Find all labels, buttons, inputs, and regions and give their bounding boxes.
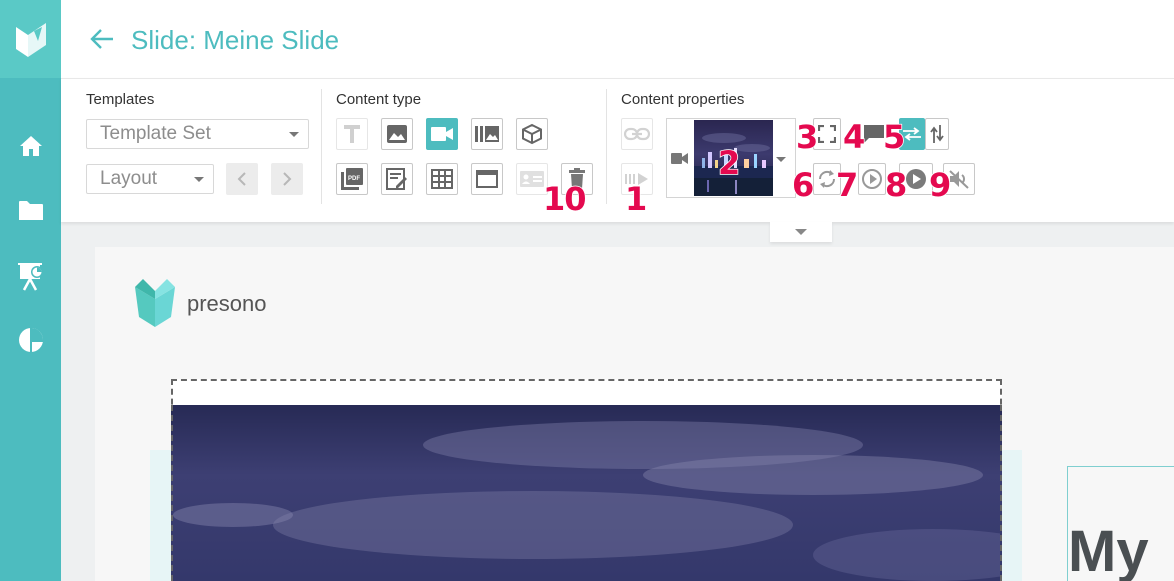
slide-canvas: presono My	[95, 247, 1174, 581]
image-icon	[387, 125, 407, 143]
back-arrow-icon[interactable]	[89, 26, 115, 52]
brand-name: presono	[187, 291, 267, 316]
chevron-down-icon	[289, 132, 299, 137]
pdf-type-button[interactable]: PDF	[336, 163, 368, 195]
sidebar-item-statistics[interactable]	[0, 320, 61, 360]
text-icon	[344, 125, 360, 143]
video-camera-icon	[431, 127, 453, 141]
next-layout-button[interactable]	[271, 163, 303, 195]
page-header: Slide: Meine Slide	[61, 0, 1174, 78]
chevron-down-icon	[776, 157, 786, 162]
presono-logo-icon	[15, 23, 46, 57]
annotation-label: 1	[624, 180, 648, 218]
slide-heading: My	[1068, 519, 1149, 581]
browser-window-icon	[476, 170, 498, 188]
link-icon	[624, 127, 650, 141]
fullscreen-icon	[818, 125, 836, 143]
link-button[interactable]	[621, 118, 653, 150]
volume-off-icon	[949, 170, 969, 189]
annotation-label: 10	[542, 180, 587, 218]
editor-toolbar: Templates Template Set Layout Content ty…	[61, 78, 1174, 222]
app-logo[interactable]	[0, 0, 61, 78]
autoplay-button[interactable]	[858, 163, 886, 195]
form-edit-icon	[386, 168, 407, 190]
svg-text:PDF: PDF	[348, 176, 360, 182]
gallery-type-button[interactable]	[471, 118, 503, 150]
image-type-button[interactable]	[381, 118, 413, 150]
web-frame-type-button[interactable]	[471, 163, 503, 195]
chevron-down-icon	[194, 177, 204, 182]
templates-label: Templates	[86, 91, 155, 108]
form-type-button[interactable]	[381, 163, 413, 195]
folder-icon	[18, 200, 43, 220]
video-type-button[interactable]	[426, 118, 458, 150]
template-set-select[interactable]: Template Set	[86, 119, 309, 149]
chevron-left-icon	[237, 172, 246, 186]
gallery-icon	[475, 126, 499, 142]
content-properties-label: Content properties	[621, 91, 745, 108]
table-icon	[431, 169, 453, 189]
sidebar-item-folders[interactable]	[0, 190, 61, 230]
loop-icon	[818, 170, 836, 188]
arrows-vertical-icon	[930, 125, 944, 143]
annotation-label: 4	[842, 118, 866, 156]
contact-card-icon	[520, 171, 544, 187]
annotation-label: 8	[884, 166, 908, 204]
text-type-button[interactable]	[336, 118, 368, 150]
text-content-box[interactable]: My	[1067, 466, 1174, 581]
presentation-icon	[17, 263, 43, 291]
chevron-down-icon	[795, 229, 807, 235]
toolbar-expand-toggle[interactable]	[770, 222, 832, 242]
layout-value: Layout	[100, 168, 158, 189]
annotation-label: 9	[928, 166, 952, 204]
annotation-label: 7	[835, 166, 859, 204]
comment-icon	[864, 125, 884, 143]
sidebar-item-presentations[interactable]	[0, 256, 61, 296]
video-camera-icon	[671, 153, 688, 164]
home-icon	[19, 136, 42, 156]
table-type-button[interactable]	[426, 163, 458, 195]
annotation-label: 3	[795, 118, 819, 156]
annotation-label: 6	[791, 166, 815, 204]
play-circle-outline-icon	[862, 169, 882, 189]
divider	[606, 89, 607, 204]
previous-layout-button[interactable]	[226, 163, 258, 195]
layout-select[interactable]: Layout	[86, 164, 214, 194]
chevron-right-icon	[283, 172, 292, 186]
annotation-label: 5	[882, 118, 906, 156]
divider	[321, 89, 322, 204]
content-type-label: Content type	[336, 91, 422, 108]
annotation-label: 2	[717, 144, 741, 182]
fit-height-button[interactable]	[925, 118, 949, 150]
sidebar	[0, 0, 61, 581]
pdf-icon: PDF	[341, 168, 363, 190]
play-circle-icon	[906, 169, 926, 189]
sidebar-item-home[interactable]	[0, 126, 61, 166]
presono-brand-logo	[135, 279, 175, 327]
page-title: Slide: Meine Slide	[131, 25, 340, 55]
video-content[interactable]	[171, 405, 1002, 581]
3d-object-type-button[interactable]	[516, 118, 548, 150]
template-set-value: Template Set	[100, 123, 211, 144]
pie-chart-icon	[18, 328, 43, 352]
cube-icon	[522, 123, 542, 145]
arrows-horizontal-icon	[903, 127, 921, 141]
